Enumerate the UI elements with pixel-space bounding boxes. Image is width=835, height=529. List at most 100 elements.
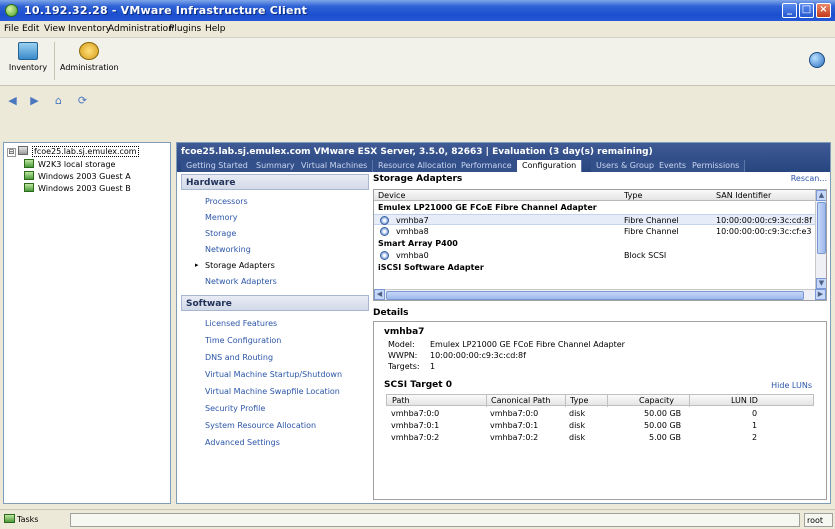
link-security-profile[interactable]: Security Profile xyxy=(205,404,265,413)
tasks-button[interactable]: Tasks xyxy=(4,514,38,524)
inventory-tree: ⊟ fcoe25.lab.sj.emulex.com W2K3 local sto… xyxy=(3,142,171,504)
link-storage-adapters[interactable]: Storage Adapters xyxy=(205,261,275,270)
home-icon[interactable]: ⌂ xyxy=(52,94,65,107)
inventory-icon xyxy=(18,42,38,60)
tab-permissions[interactable]: Permissions xyxy=(687,160,746,172)
menu-plugins[interactable]: Plugins xyxy=(169,24,201,34)
scroll-thumb[interactable] xyxy=(817,202,826,254)
link-storage[interactable]: Storage xyxy=(205,229,236,238)
tree-vm-label: Windows 2003 Guest A xyxy=(38,172,131,181)
lun-id: 2 xyxy=(752,433,758,442)
link-dns-routing[interactable]: DNS and Routing xyxy=(205,353,273,362)
tree-item-vm[interactable]: Windows 2003 Guest A xyxy=(24,171,131,183)
lun-type: disk xyxy=(569,421,586,430)
inventory-button[interactable]: Inventory xyxy=(6,42,50,72)
software-heading: Software xyxy=(181,295,369,311)
close-button[interactable]: × xyxy=(816,3,831,18)
tree-host-label: fcoe25.lab.sj.emulex.com xyxy=(32,146,139,157)
tab-resource-allocation[interactable]: Resource Allocation xyxy=(373,160,463,172)
vm-icon xyxy=(24,159,34,168)
details-title: Details xyxy=(373,308,409,318)
refresh-icon[interactable]: ⟳ xyxy=(76,94,89,107)
tree-item-vm[interactable]: W2K3 local storage xyxy=(24,159,115,171)
link-licensed-features[interactable]: Licensed Features xyxy=(205,319,277,328)
lun-capacity: 50.00 GB xyxy=(644,421,682,430)
tab-performance[interactable]: Performance xyxy=(456,160,518,172)
column-lun-id[interactable]: LUN ID xyxy=(731,396,758,405)
scroll-up-icon[interactable]: ▲ xyxy=(816,190,826,201)
administration-icon xyxy=(79,42,99,60)
host-icon xyxy=(18,146,28,155)
scroll-down-icon[interactable]: ▼ xyxy=(816,278,826,289)
menu-file[interactable]: File xyxy=(4,24,19,34)
link-vm-swapfile-location[interactable]: Virtual Machine Swapfile Location xyxy=(205,387,340,396)
menu-edit[interactable]: Edit xyxy=(22,24,39,34)
administration-button[interactable]: Administration xyxy=(60,42,119,72)
device-type: Fibre Channel xyxy=(624,216,679,225)
lun-canonical: vmhba7:0:0 xyxy=(490,409,539,418)
column-path[interactable]: Path xyxy=(392,396,410,405)
tree-item-host[interactable]: ⊟ fcoe25.lab.sj.emulex.com xyxy=(7,146,139,158)
details-panel: vmhba7 Model: Emulex LP21000 GE FCoE Fib… xyxy=(373,321,827,500)
menu-view[interactable]: View xyxy=(44,24,65,34)
lun-row[interactable]: vmhba7:0:2 vmhba7:0:2 disk 5.00 GB 2 xyxy=(386,432,814,444)
link-networking[interactable]: Networking xyxy=(205,245,251,254)
maximize-button[interactable]: □ xyxy=(799,3,814,18)
tree-item-vm[interactable]: Windows 2003 Guest B xyxy=(24,183,131,195)
link-time-configuration[interactable]: Time Configuration xyxy=(205,336,281,345)
column-capacity[interactable]: Capacity xyxy=(639,396,674,405)
main-toolbar: Inventory Administration xyxy=(0,38,835,86)
lun-capacity: 50.00 GB xyxy=(644,409,682,418)
minimize-button[interactable]: _ xyxy=(782,3,797,18)
window-titlebar: 10.192.32.28 - VMware Infrastructure Cli… xyxy=(0,0,835,21)
link-system-resource-allocation[interactable]: System Resource Allocation xyxy=(205,421,316,430)
column-type[interactable]: Type xyxy=(570,396,588,405)
link-network-adapters[interactable]: Network Adapters xyxy=(205,277,277,286)
hide-luns-link[interactable]: Hide LUNs xyxy=(771,381,812,390)
column-device[interactable]: Device xyxy=(378,191,405,200)
lun-capacity: 5.00 GB xyxy=(649,433,682,442)
adapter-row[interactable]: vmhba0 Block SCSI xyxy=(374,250,816,261)
column-canonical-path[interactable]: Canonical Path xyxy=(491,396,550,405)
tab-configuration[interactable]: Configuration xyxy=(517,160,583,172)
device-type: Block SCSI xyxy=(624,251,667,260)
lun-row[interactable]: vmhba7:0:0 vmhba7:0:0 disk 50.00 GB 0 xyxy=(386,408,814,420)
vm-icon xyxy=(24,183,34,192)
collapse-icon[interactable]: ⊟ xyxy=(7,148,16,157)
host-header: fcoe25.lab.sj.emulex.com VMware ESX Serv… xyxy=(177,143,830,172)
horizontal-scroll-thumb[interactable] xyxy=(386,291,804,300)
tasks-icon xyxy=(4,514,15,523)
group-name: iSCSI Software Adapter xyxy=(378,263,484,272)
tab-summary[interactable]: Summary xyxy=(251,160,301,172)
details-device: vmhba7 xyxy=(384,327,425,337)
adapter-row[interactable]: vmhba7 Fibre Channel 10:00:00:00:c9:3c:c… xyxy=(374,214,816,225)
link-vm-startup-shutdown[interactable]: Virtual Machine Startup/Shutdown xyxy=(205,370,342,379)
back-icon[interactable]: ◀ xyxy=(6,94,19,107)
globe-icon[interactable] xyxy=(809,52,825,68)
menu-inventory[interactable]: Inventory xyxy=(68,24,111,34)
scroll-left-icon[interactable]: ◀ xyxy=(374,289,385,300)
tab-virtual-machines[interactable]: Virtual Machines xyxy=(296,160,374,172)
model-value: Emulex LP21000 GE FCoE Fibre Channel Ada… xyxy=(430,340,625,349)
link-memory[interactable]: Memory xyxy=(205,213,238,222)
column-type[interactable]: Type xyxy=(624,191,642,200)
rescan-link[interactable]: Rescan... xyxy=(791,174,827,183)
wwpn-value: 10:00:00:00:c9:3c:cd:8f xyxy=(430,351,526,360)
column-san-identifier[interactable]: SAN Identifier xyxy=(716,191,771,200)
adapters-vertical-scrollbar[interactable]: ▲ ▼ xyxy=(815,190,826,290)
adapters-horizontal-scrollbar[interactable]: ◀ ▶ xyxy=(374,289,826,300)
column-separator xyxy=(486,395,487,407)
adapter-row[interactable]: vmhba8 Fibre Channel 10:00:00:00:c9:3c:c… xyxy=(374,226,816,237)
window-title: 10.192.32.28 - VMware Infrastructure Cli… xyxy=(24,4,308,17)
menu-administration[interactable]: Administration xyxy=(108,24,174,34)
tab-getting-started[interactable]: Getting Started xyxy=(181,160,254,172)
menu-help[interactable]: Help xyxy=(205,24,226,34)
link-processors[interactable]: Processors xyxy=(205,197,248,206)
status-field xyxy=(70,513,800,527)
link-advanced-settings[interactable]: Advanced Settings xyxy=(205,438,280,447)
lun-row[interactable]: vmhba7:0:1 vmhba7:0:1 disk 50.00 GB 1 xyxy=(386,420,814,432)
scroll-right-icon[interactable]: ▶ xyxy=(815,289,826,300)
wwpn-label: WWPN: xyxy=(388,351,418,360)
forward-icon[interactable]: ▶ xyxy=(28,94,41,107)
san-id: 10:00:00:00:c9:3c:cf:e3 xyxy=(716,227,812,236)
